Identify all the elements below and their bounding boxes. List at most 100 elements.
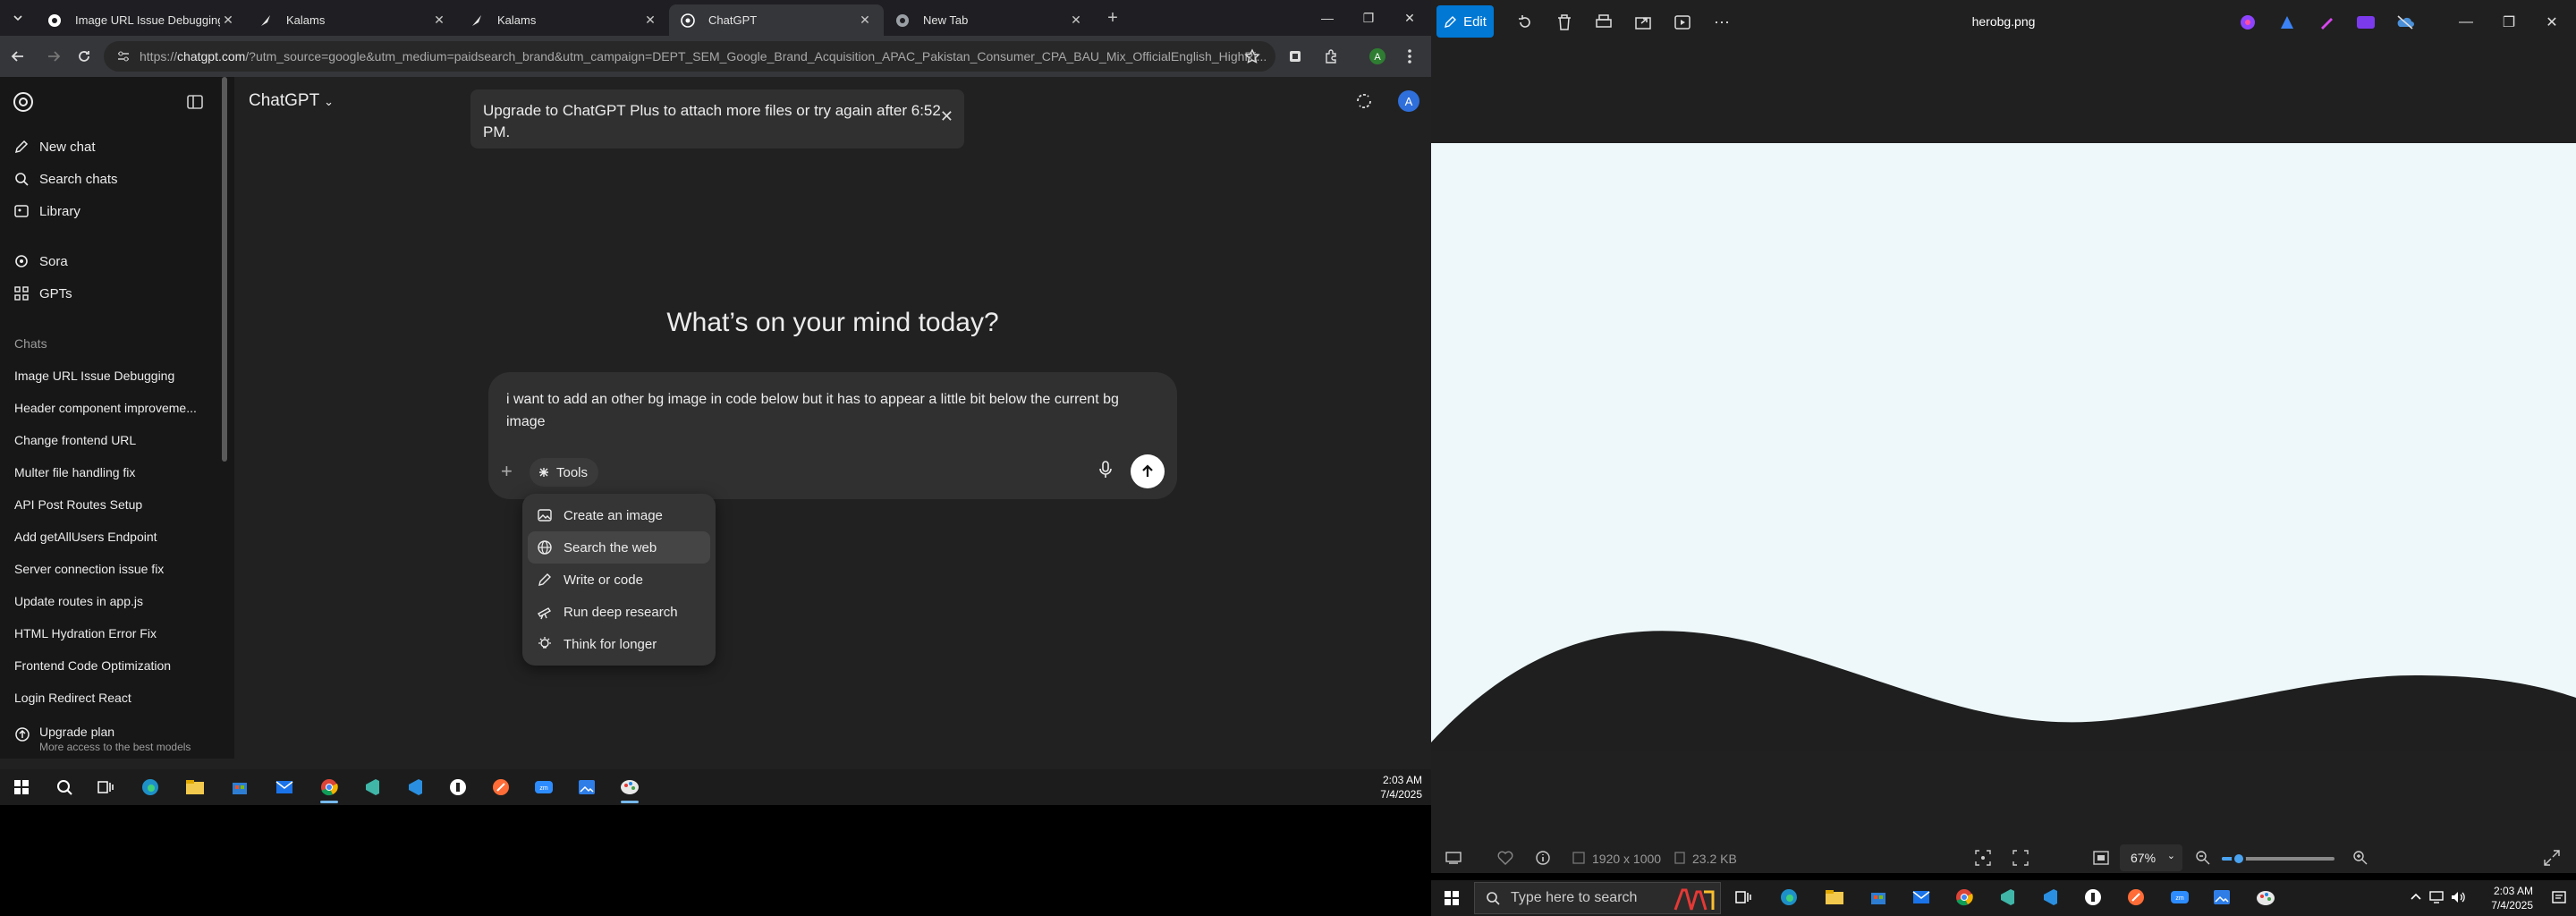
bookmark-star-icon[interactable] <box>1240 44 1265 69</box>
zoom-select[interactable]: 67% ⌄ <box>2120 844 2182 871</box>
tab-search-icon[interactable] <box>5 5 30 30</box>
tab-kalams-1[interactable]: Kalams ✕ <box>247 4 458 36</box>
sidebar-scrollbar[interactable] <box>222 77 227 462</box>
favorite-icon[interactable] <box>1494 846 1517 869</box>
notification-icon[interactable] <box>2551 890 2567 906</box>
fit-to-window-icon[interactable] <box>2089 846 2113 869</box>
file-explorer-icon[interactable] <box>1825 889 1844 905</box>
sidebar-new-chat[interactable]: New chat <box>13 132 96 161</box>
sidebar-sora[interactable]: Sora <box>13 247 68 276</box>
windows-start-icon[interactable] <box>5 775 38 800</box>
maximize-icon[interactable]: ❐ <box>2497 11 2521 34</box>
tab-kalams-2[interactable]: Kalams ✕ <box>458 4 669 36</box>
tab-image-url[interactable]: Image URL Issue Debugging ✕ <box>36 4 247 36</box>
photos-app-icon[interactable] <box>571 775 603 800</box>
minimize-icon[interactable]: — <box>2454 11 2478 34</box>
edge-icon[interactable] <box>134 775 166 800</box>
clipchamp-icon[interactable] <box>2236 11 2259 34</box>
close-window-icon[interactable]: ✕ <box>1392 5 1428 30</box>
address-bar[interactable]: https://chatgpt.com/?utm_source=google&u… <box>104 41 1275 72</box>
chat-history-item[interactable]: HTML Hydration Error Fix <box>14 626 202 640</box>
user-avatar[interactable]: A <box>1397 89 1420 113</box>
zoom-out-icon[interactable] <box>2191 846 2215 869</box>
plus-icon[interactable]: + <box>501 460 513 483</box>
search-icon[interactable] <box>48 775 80 800</box>
select-area-icon[interactable] <box>1971 846 1995 869</box>
sidebar-gpts[interactable]: GPTs <box>13 279 72 308</box>
close-icon[interactable]: ✕ <box>1068 13 1084 29</box>
file-explorer-icon[interactable] <box>179 775 211 800</box>
paint-icon[interactable] <box>2256 889 2275 907</box>
edit-with-ai-icon[interactable] <box>2315 11 2338 34</box>
sidebar-library[interactable]: Library <box>13 197 80 225</box>
zoom-icon[interactable]: zm <box>2170 888 2190 906</box>
zoom-slider-thumb[interactable] <box>2231 852 2246 866</box>
minimize-icon[interactable]: — <box>1309 5 1345 30</box>
photos-app-icon[interactable] <box>2213 888 2231 906</box>
postman-icon[interactable] <box>485 775 517 800</box>
store-icon[interactable] <box>224 775 256 800</box>
sidebar-toggle-icon[interactable] <box>186 93 204 111</box>
info-icon[interactable] <box>1531 846 1555 869</box>
openai-logo-icon[interactable] <box>13 91 34 113</box>
menu-deep-research[interactable]: Run deep research <box>528 596 710 628</box>
menu-think-longer[interactable]: Think for longer <box>528 628 710 660</box>
reload-icon[interactable] <box>72 44 97 69</box>
chat-history-item[interactable]: API Post Routes Setup <box>14 497 202 512</box>
zoom-icon[interactable]: zm <box>528 775 560 800</box>
chat-history-item[interactable]: Add getAllUsers Endpoint <box>14 530 202 544</box>
close-icon[interactable]: ✕ <box>431 13 447 29</box>
close-window-icon[interactable]: ✕ <box>2540 11 2563 34</box>
close-icon[interactable]: ✕ <box>940 106 953 127</box>
taskbar-clock[interactable]: 2:03 AM 7/4/2025 <box>2491 884 2533 912</box>
prompt-input[interactable]: i want to add an other bg image in code … <box>506 388 1159 433</box>
chat-history-item[interactable]: Login Redirect React <box>14 691 202 705</box>
chat-history-item[interactable]: Image URL Issue Debugging <box>14 369 202 383</box>
visual-search-icon[interactable] <box>2009 846 2032 869</box>
forward-icon[interactable] <box>41 44 66 69</box>
tools-button[interactable]: Tools <box>530 458 599 487</box>
more-menu-icon[interactable] <box>1397 44 1422 69</box>
edge-icon[interactable] <box>1780 888 1798 906</box>
tab-chatgpt[interactable]: ChatGPT ✕ <box>669 4 884 36</box>
chat-history-item[interactable]: Server connection issue fix <box>14 562 202 576</box>
tab-new-tab[interactable]: New Tab ✕ <box>884 4 1095 36</box>
paint-icon[interactable] <box>614 775 646 803</box>
chat-history-item[interactable]: Multer file handling fix <box>14 465 202 479</box>
postman-icon[interactable] <box>2127 888 2145 906</box>
mail-icon[interactable] <box>268 775 301 800</box>
restore-icon[interactable]: ❐ <box>1351 5 1386 30</box>
upgrade-plan-button[interactable]: Upgrade plan More access to the best mod… <box>0 719 222 759</box>
profile-avatar[interactable]: A <box>1365 44 1390 69</box>
chat-history-item[interactable]: Change frontend URL <box>14 433 202 447</box>
zoom-in-icon[interactable] <box>2349 846 2372 869</box>
microphone-icon[interactable] <box>1097 460 1114 479</box>
windows-start-icon[interactable] <box>1444 890 1460 906</box>
zoom-slider[interactable] <box>2222 852 2334 866</box>
video-editor-icon[interactable] <box>2354 11 2377 34</box>
fullscreen-icon[interactable] <box>2540 846 2563 869</box>
vscode-insiders-icon[interactable] <box>356 775 388 800</box>
chat-history-item[interactable]: Header component improveme... <box>14 401 202 415</box>
model-selector[interactable]: ChatGPT ⌄ <box>249 91 334 111</box>
vscode-icon[interactable] <box>2041 888 2059 906</box>
vscode-icon[interactable] <box>399 775 431 800</box>
chat-history-item[interactable]: Frontend Code Optimization <box>14 658 202 673</box>
chat-history-item[interactable]: Update routes in app.js <box>14 594 202 608</box>
chrome-icon[interactable] <box>313 775 345 803</box>
sidebar-search-chats[interactable]: Search chats <box>13 165 118 193</box>
task-view-icon[interactable] <box>89 775 122 800</box>
back-icon[interactable] <box>5 44 30 69</box>
chrome-icon[interactable] <box>1955 888 1973 906</box>
vscode-insiders-icon[interactable] <box>1998 888 2016 906</box>
close-icon[interactable]: ✕ <box>642 13 658 29</box>
extensions-icon[interactable] <box>1318 44 1343 69</box>
volume-icon[interactable] <box>2451 891 2467 903</box>
store-icon[interactable] <box>1869 888 1887 906</box>
new-tab-icon[interactable]: + <box>1100 5 1125 30</box>
github-desktop-icon[interactable] <box>2084 888 2102 906</box>
site-info-icon[interactable] <box>116 49 131 64</box>
close-icon[interactable]: ✕ <box>220 13 236 29</box>
taskbar-clock[interactable]: 2:03 AM 7/4/2025 <box>1380 773 1422 802</box>
designer-icon[interactable] <box>2275 11 2299 34</box>
